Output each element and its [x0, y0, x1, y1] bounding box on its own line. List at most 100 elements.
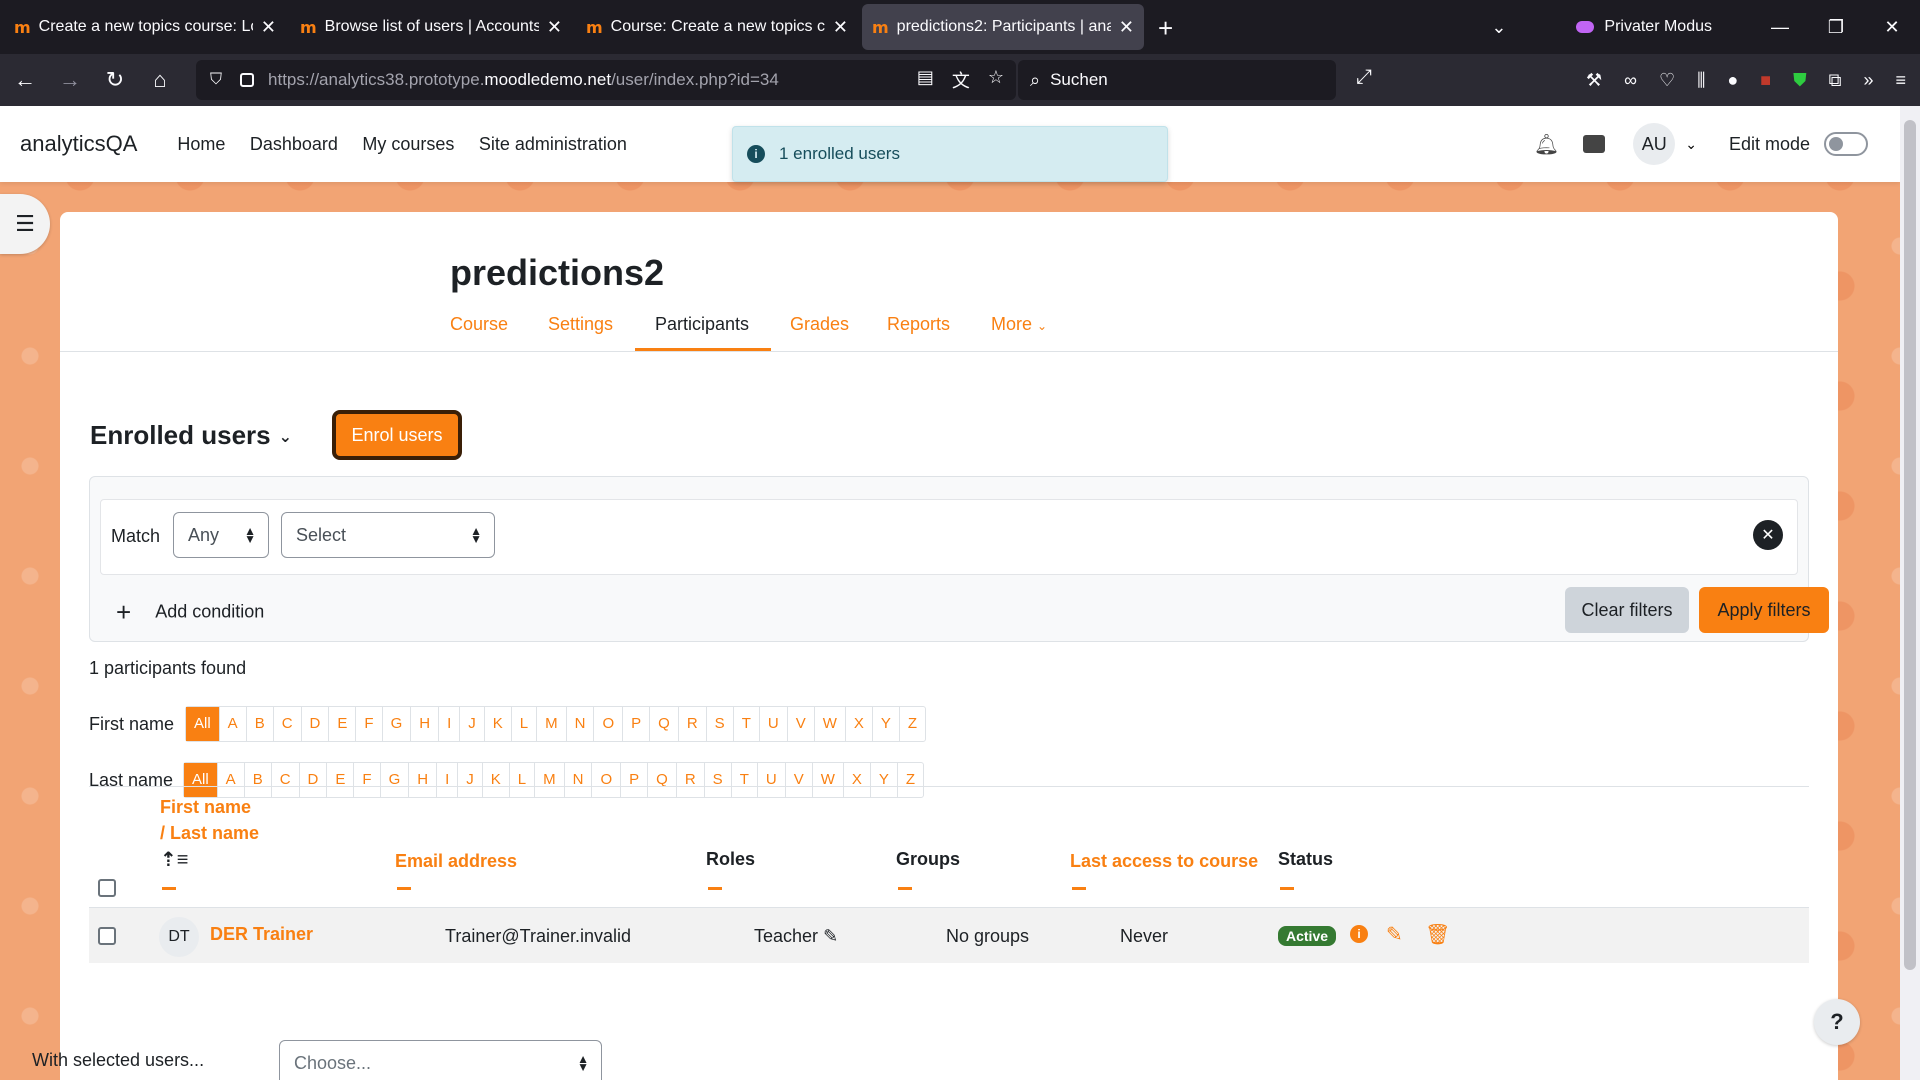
initial-filter-letter[interactable]: J: [458, 763, 483, 797]
initial-filter-letter[interactable]: V: [788, 707, 815, 741]
initial-filter-letter[interactable]: W: [815, 707, 846, 741]
initial-filter-letter[interactable]: P: [623, 707, 651, 741]
forward-icon[interactable]: →: [50, 67, 90, 93]
edit-mode-toggle[interactable]: [1824, 132, 1868, 156]
course-index-drawer-button[interactable]: ☰: [0, 194, 50, 254]
close-tab-icon[interactable]: ✕: [261, 17, 276, 38]
remove-filter-close-icon[interactable]: ✕: [1753, 520, 1783, 550]
browser-tab[interactable]: m Course: Create a new topics cou ✕: [576, 4, 858, 50]
close-tab-icon[interactable]: ✕: [547, 17, 562, 38]
initial-filter-letter[interactable]: M: [537, 707, 567, 741]
url-bar[interactable]: ⛉ https://analytics38.prototype. moodled…: [196, 60, 1016, 100]
initial-filter-letter[interactable]: N: [565, 763, 593, 797]
initial-filter-letter[interactable]: Q: [650, 707, 679, 741]
browser-tab-active[interactable]: m predictions2: Participants | analy ✕: [862, 4, 1144, 50]
initial-filter-all[interactable]: All: [184, 763, 218, 797]
initial-filter-letter[interactable]: N: [567, 707, 595, 741]
initial-filter-letter[interactable]: V: [786, 763, 813, 797]
column-email[interactable]: Email address: [395, 851, 517, 872]
library-icon[interactable]: ⫼: [1697, 70, 1705, 91]
initial-filter-letter[interactable]: J: [460, 707, 485, 741]
page-scrollbar[interactable]: [1900, 106, 1920, 1080]
initial-filter-letter[interactable]: X: [846, 707, 873, 741]
initial-filter-letter[interactable]: T: [732, 763, 758, 797]
close-window-icon[interactable]: ✕: [1864, 17, 1920, 38]
collapse-column-icon[interactable]: [397, 887, 411, 890]
browser-tab[interactable]: m Create a new topics course: Log ✕: [4, 4, 286, 50]
overflow-icon[interactable]: »: [1863, 70, 1873, 91]
initial-filter-letter[interactable]: P: [621, 763, 649, 797]
match-select[interactable]: Any ▲ ▼: [173, 512, 269, 558]
nav-my-courses[interactable]: My courses: [362, 134, 454, 154]
tab-course[interactable]: Course: [450, 314, 508, 335]
initial-filter-letter[interactable]: R: [679, 707, 707, 741]
initial-filter-letter[interactable]: M: [535, 763, 565, 797]
tab-more[interactable]: More ⌄: [991, 314, 1047, 335]
initial-filter-letter[interactable]: B: [245, 763, 272, 797]
minimize-icon[interactable]: —: [1752, 17, 1808, 38]
initial-filter-letter[interactable]: Z: [900, 707, 925, 741]
initial-filter-letter[interactable]: H: [409, 763, 438, 797]
nav-home[interactable]: Home: [177, 134, 225, 154]
scrollbar-thumb[interactable]: [1904, 120, 1916, 970]
initial-filter-letter[interactable]: Y: [873, 707, 900, 741]
close-tab-icon[interactable]: ✕: [1119, 17, 1134, 38]
ublock-icon[interactable]: ■: [1760, 70, 1771, 91]
restore-icon[interactable]: ❐: [1808, 17, 1864, 38]
initial-filter-letter[interactable]: U: [760, 707, 788, 741]
enrolment-details-info-icon[interactable]: i: [1350, 925, 1368, 943]
home-icon[interactable]: ⌂: [140, 67, 180, 93]
search-bar[interactable]: ⌕ Suchen: [1018, 60, 1336, 100]
initial-filter-letter[interactable]: D: [300, 763, 328, 797]
clear-filters-button[interactable]: Clear filters: [1565, 587, 1689, 633]
wrench-icon[interactable]: ⚒: [1586, 70, 1602, 91]
initial-filter-letter[interactable]: O: [592, 763, 622, 797]
initial-filter-letter[interactable]: O: [594, 707, 624, 741]
user-avatar[interactable]: AU: [1633, 123, 1676, 165]
fullscreen-icon[interactable]: ⤢: [1356, 66, 1372, 89]
bookmark-star-icon[interactable]: ☆: [988, 67, 1004, 93]
initial-filter-letter[interactable]: Z: [898, 763, 923, 797]
collapse-column-icon[interactable]: [1280, 887, 1294, 890]
shield-extension-icon[interactable]: ⛊: [1793, 70, 1807, 91]
initial-filter-letter[interactable]: S: [707, 707, 734, 741]
initial-filter-letter[interactable]: L: [512, 707, 538, 741]
initial-filter-letter[interactable]: E: [327, 763, 355, 797]
initial-filter-letter[interactable]: K: [483, 763, 510, 797]
menu-icon[interactable]: ≡: [1895, 70, 1906, 91]
initial-filter-letter[interactable]: Q: [648, 763, 677, 797]
messages-icon[interactable]: [1583, 135, 1606, 153]
back-icon[interactable]: ←: [5, 67, 45, 93]
initial-filter-letter[interactable]: S: [705, 763, 732, 797]
initial-filter-letter[interactable]: G: [383, 707, 412, 741]
tab-grades[interactable]: Grades: [790, 314, 849, 335]
initial-filter-letter[interactable]: H: [411, 707, 440, 741]
filter-type-select[interactable]: Select ▲ ▼: [281, 512, 495, 558]
initial-filter-letter[interactable]: C: [272, 763, 300, 797]
initial-filter-letter[interactable]: D: [302, 707, 330, 741]
collapse-column-icon[interactable]: [1072, 887, 1086, 890]
initial-filter-letter[interactable]: F: [354, 763, 381, 797]
site-brand[interactable]: analyticsQA: [20, 131, 137, 157]
apply-filters-button[interactable]: Apply filters: [1699, 587, 1829, 633]
initial-filter-letter[interactable]: I: [439, 707, 461, 741]
nav-dashboard[interactable]: Dashboard: [250, 134, 338, 154]
tab-list-chevron-icon[interactable]: ⌄: [1491, 17, 1506, 38]
collapse-column-icon[interactable]: [708, 887, 722, 890]
notifications-bell-icon[interactable]: 🔔︎: [1534, 132, 1559, 157]
tab-reports[interactable]: Reports: [887, 314, 950, 335]
reader-view-icon[interactable]: ▤: [917, 67, 934, 93]
initial-filter-letter[interactable]: E: [329, 707, 357, 741]
pocket-icon[interactable]: ♡: [1659, 70, 1675, 91]
column-last-name[interactable]: / Last name: [160, 823, 259, 844]
collapse-column-icon[interactable]: [898, 887, 912, 890]
initial-filter-letter[interactable]: L: [510, 763, 536, 797]
initial-filter-all[interactable]: All: [186, 707, 220, 741]
user-menu-chevron-icon[interactable]: ⌄: [1685, 136, 1697, 153]
collapse-column-icon[interactable]: [162, 887, 176, 890]
user-name-link[interactable]: DER Trainer: [210, 924, 313, 945]
edit-enrolment-pencil-icon[interactable]: ✎: [1386, 922, 1403, 947]
participants-page-selector[interactable]: Enrolled users ⌄: [90, 420, 292, 451]
enrol-users-button[interactable]: Enrol users: [332, 410, 462, 460]
initial-filter-letter[interactable]: R: [677, 763, 705, 797]
